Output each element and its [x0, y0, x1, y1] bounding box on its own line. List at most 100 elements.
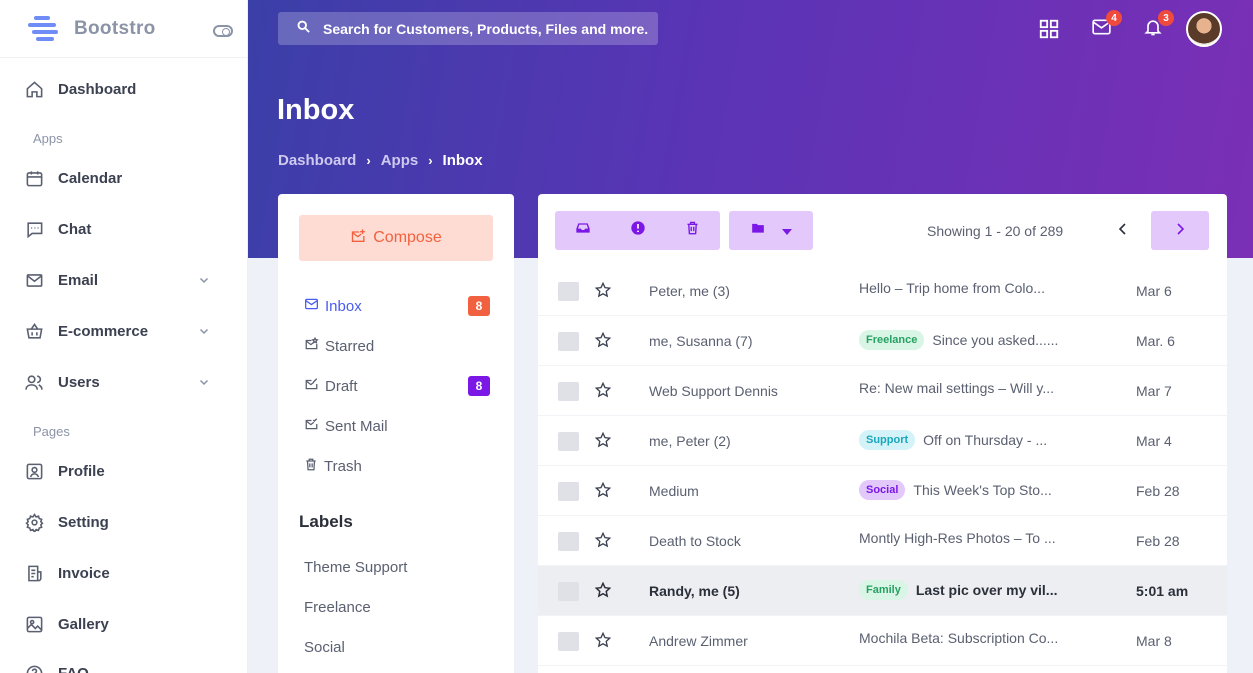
label-social[interactable]: Social	[304, 639, 345, 656]
delete-button[interactable]	[665, 211, 720, 250]
mail-subject: Off on Thursday - ...	[923, 432, 1048, 448]
mail-row[interactable]: Andrew Zimmer Mochila Beta: Subscription…	[538, 616, 1227, 666]
archive-button[interactable]	[555, 211, 610, 250]
star-icon[interactable]	[594, 531, 612, 553]
mail-date: Mar 6	[1136, 283, 1172, 299]
brand[interactable]: Bootstro	[0, 0, 247, 58]
mail-row[interactable]: me, Peter (2) Support Off on Thursday - …	[538, 416, 1227, 466]
breadcrumb-dashboard[interactable]: Dashboard	[278, 152, 356, 169]
compose-icon	[350, 228, 367, 249]
mail-date: Mar 4	[1136, 433, 1172, 449]
sidebar-item-calendar[interactable]: Calendar	[0, 161, 248, 195]
sidebar-item-email[interactable]: Email	[0, 263, 248, 297]
row-checkbox[interactable]	[558, 282, 579, 301]
folder-trash[interactable]: Trash	[304, 455, 490, 477]
prev-page-button[interactable]	[1094, 211, 1152, 250]
mail-row-selected[interactable]: Randy, me (5) Family Last pic over my vi…	[538, 566, 1227, 616]
sidebar-item-label: FAQ	[58, 664, 89, 673]
report-spam-button[interactable]	[610, 211, 665, 250]
sidebar-toggle-icon[interactable]	[213, 25, 233, 37]
sidebar-item-label: Calendar	[58, 169, 123, 187]
notifications-button[interactable]: 3	[1140, 10, 1174, 42]
mail-date: Feb 28	[1136, 483, 1180, 499]
caret-down-icon	[782, 222, 792, 240]
sidebar-item-label: Profile	[58, 462, 105, 480]
mail-folders-panel: Compose Inbox 8 Starred Draft 8 Sent Mai…	[278, 194, 514, 673]
chat-icon	[24, 219, 44, 239]
row-checkbox[interactable]	[558, 332, 579, 351]
messages-button[interactable]: 4	[1088, 10, 1122, 42]
star-icon[interactable]	[594, 481, 612, 503]
folder-label: Trash	[324, 457, 362, 475]
breadcrumb: Dashboard › Apps › Inbox	[278, 152, 483, 169]
profile-icon	[24, 461, 44, 481]
sidebar-item-label: E-commerce	[58, 322, 149, 340]
row-checkbox[interactable]	[558, 382, 579, 401]
mail-subject: Last pic over my vil...	[915, 582, 1058, 598]
row-checkbox[interactable]	[558, 482, 579, 501]
sidebar-item-faq[interactable]: FAQ	[0, 656, 248, 673]
users-icon	[24, 372, 44, 392]
mail-date: Mar 7	[1136, 383, 1172, 399]
mail-subject: Hello – Trip home from Colo...	[859, 280, 1045, 296]
row-checkbox[interactable]	[558, 532, 579, 551]
sidebar-item-label: Setting	[58, 513, 109, 531]
mail-row[interactable]: Medium Social This Week's Top Sto... Feb…	[538, 466, 1227, 516]
compose-button[interactable]: Compose	[299, 215, 493, 261]
apps-grid-icon[interactable]	[1036, 16, 1062, 42]
mail-subject: Montly High-Res Photos – To ...	[859, 530, 1056, 546]
mail-subject: Mochila Beta: Subscription Co...	[859, 630, 1059, 646]
sidebar-item-users[interactable]: Users	[0, 365, 248, 399]
sidebar-item-setting[interactable]: Setting	[0, 505, 248, 539]
folder-starred[interactable]: Starred	[304, 335, 490, 357]
mail-list-panel: Showing 1 - 20 of 289 Peter, me (3) Hell…	[538, 194, 1227, 673]
mail-row[interactable]: me, Susanna (7) Freelance Since you aske…	[538, 316, 1227, 366]
star-icon[interactable]	[594, 331, 612, 353]
folder-draft[interactable]: Draft 8	[304, 375, 490, 397]
move-to-folder-dropdown[interactable]	[729, 211, 813, 250]
labels-title: Labels	[299, 512, 353, 531]
star-icon[interactable]	[594, 631, 612, 653]
star-icon[interactable]	[594, 431, 612, 453]
row-checkbox[interactable]	[558, 582, 579, 601]
star-icon[interactable]	[594, 281, 612, 303]
label-theme-support[interactable]: Theme Support	[304, 559, 407, 576]
page-title: Inbox	[277, 94, 355, 126]
mail-row[interactable]: Web Support Dennis Re: New mail settings…	[538, 366, 1227, 416]
chevron-right-icon: ›	[428, 153, 433, 168]
row-checkbox[interactable]	[558, 432, 579, 451]
search-placeholder: Search for Customers, Products, Files an…	[323, 20, 649, 37]
sidebar: Bootstro Dashboard Apps Calendar Chat Em…	[0, 0, 248, 673]
sidebar-item-profile[interactable]: Profile	[0, 454, 248, 488]
next-page-button[interactable]	[1151, 211, 1209, 250]
avatar[interactable]	[1186, 11, 1222, 47]
star-icon[interactable]	[594, 581, 612, 603]
mail-sender: Web Support Dennis	[649, 383, 778, 399]
folder-sent-mail[interactable]: Sent Mail	[304, 415, 490, 437]
label-freelance[interactable]: Freelance	[304, 599, 371, 616]
mail-actions-group	[555, 211, 720, 250]
draft-mail-icon	[304, 377, 319, 395]
sidebar-item-dashboard[interactable]: Dashboard	[0, 72, 248, 106]
chevron-down-icon	[198, 375, 210, 393]
sidebar-item-label: Dashboard	[58, 80, 137, 98]
search-input[interactable]: Search for Customers, Products, Files an…	[278, 12, 658, 45]
mail-subject: Re: New mail settings – Will y...	[859, 380, 1055, 396]
sidebar-item-ecommerce[interactable]: E-commerce	[0, 314, 248, 348]
row-checkbox[interactable]	[558, 632, 579, 651]
sidebar-item-gallery[interactable]: Gallery	[0, 607, 248, 641]
star-icon[interactable]	[594, 381, 612, 403]
mail-row[interactable]: Death to Stock Montly High-Res Photos – …	[538, 516, 1227, 566]
mail-count-badge: 4	[1106, 10, 1122, 26]
tag-freelance: Freelance	[859, 330, 925, 350]
search-icon	[296, 19, 311, 39]
sidebar-item-label: Email	[58, 271, 99, 289]
section-title-apps: Apps	[33, 131, 63, 146]
sidebar-item-invoice[interactable]: Invoice	[0, 556, 248, 590]
mail-date: Mar 8	[1136, 633, 1172, 649]
breadcrumb-apps[interactable]: Apps	[381, 152, 419, 169]
draft-count-badge: 8	[468, 376, 490, 396]
folder-inbox[interactable]: Inbox 8	[304, 295, 490, 317]
sidebar-item-chat[interactable]: Chat	[0, 212, 248, 246]
mail-row[interactable]: Peter, me (3) Hello – Trip home from Col…	[538, 266, 1227, 316]
